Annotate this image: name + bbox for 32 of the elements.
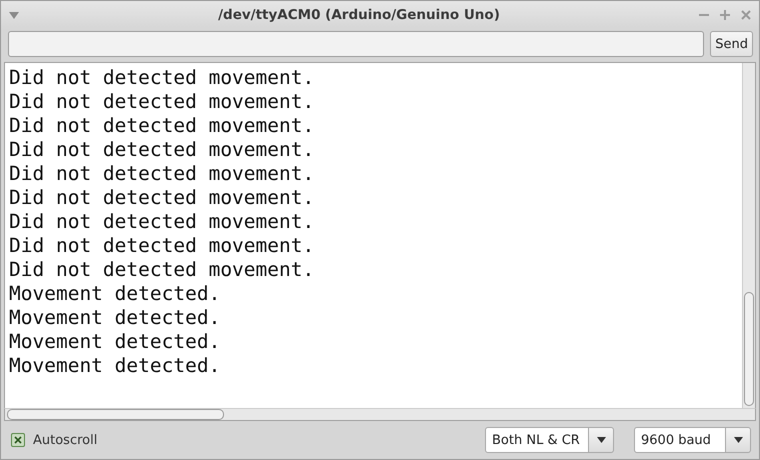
scroll-bar[interactable] <box>4 408 756 421</box>
close-icon[interactable] <box>741 10 751 20</box>
output-line: Did not detected movement. <box>9 210 314 234</box>
window-title: /dev/ttyACM0 (Arduino/Genuino Uno) <box>217 7 501 23</box>
scroll-bar[interactable] <box>742 63 755 408</box>
menu-icon[interactable] <box>9 12 19 18</box>
output-line: Movement detected. <box>9 282 220 306</box>
output-line: Did not detected movement. <box>9 186 314 210</box>
check-icon <box>14 436 22 444</box>
caret-icon <box>734 437 742 443</box>
output-line: Did not detected movement. <box>9 234 314 258</box>
dropdown-value[interactable]: 9600 baud <box>634 427 726 453</box>
maximize-icon[interactable] <box>720 10 730 20</box>
caret-icon <box>596 437 606 443</box>
send-button[interactable]: Send <box>710 31 753 57</box>
output-line: Did not detected movement. <box>9 66 314 90</box>
dropdown-button[interactable] <box>589 427 614 453</box>
output-line: Did not detected movement. <box>9 162 314 186</box>
autoscroll-label: Autoscroll <box>33 432 98 448</box>
scroll-thumb[interactable] <box>7 409 224 420</box>
output-line: Did not detected movement. <box>9 258 314 282</box>
scroll-thumb[interactable] <box>744 292 754 406</box>
output-line: Did not detected movement. <box>9 114 314 138</box>
input-field[interactable] <box>8 31 704 57</box>
output-line: Did not detected movement. <box>9 90 314 114</box>
output-line: Movement detected. <box>9 354 220 378</box>
output-line: Did not detected movement. <box>9 138 314 162</box>
dropdown-button[interactable] <box>726 427 751 453</box>
autoscroll-checkbox[interactable] <box>11 433 25 447</box>
dropdown-value[interactable]: Both NL & CR <box>485 427 589 453</box>
output-line: Movement detected. <box>9 306 220 330</box>
output-line: Movement detected. <box>9 330 220 354</box>
